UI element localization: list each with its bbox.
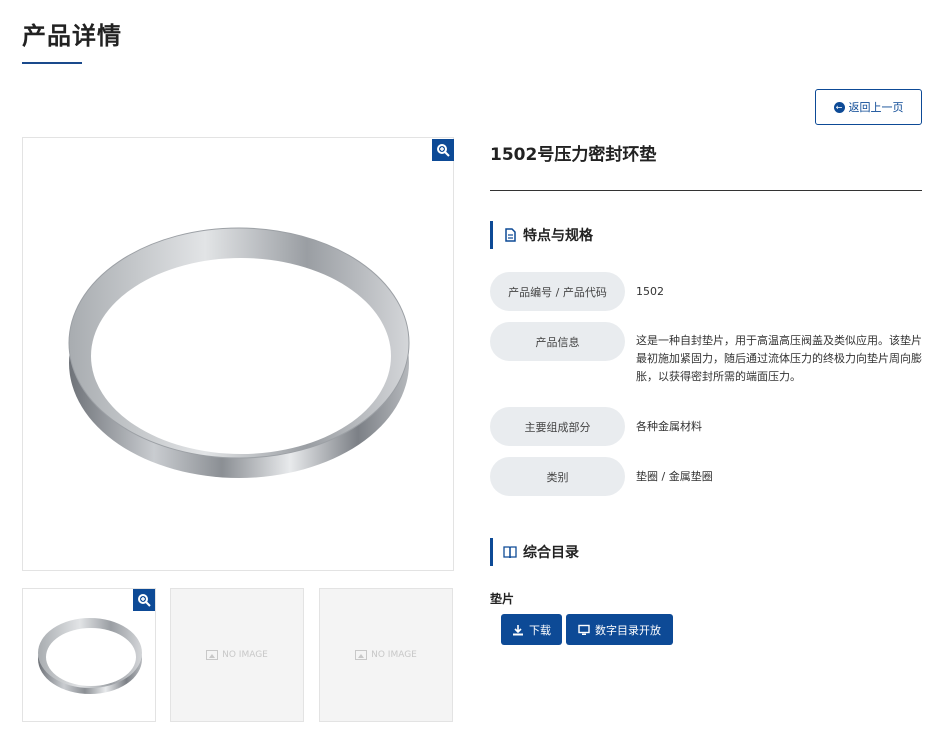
page-title: 产品详情	[22, 22, 122, 50]
image-placeholder-icon	[206, 650, 219, 660]
zoom-in-icon	[437, 144, 450, 157]
catalog-section-header: 综合目录	[490, 538, 579, 566]
back-button-label: 返回上一页	[848, 101, 904, 114]
spec-row: 产品信息 这是一种自封垫片，用于高温高压阀盖及类似应用。该垫片最初施加紧固力，随…	[490, 322, 926, 386]
back-button[interactable]: ← 返回上一页	[815, 89, 922, 125]
spec-value: 1502	[636, 285, 664, 298]
thumbnail-1[interactable]	[22, 588, 156, 722]
download-button-label: 下载	[529, 623, 551, 637]
product-name: 1502号压力密封环垫	[490, 145, 657, 165]
arrow-left-circle-icon: ←	[833, 101, 845, 113]
download-button[interactable]: 下载	[501, 614, 562, 645]
no-image-text: NO IMAGE	[222, 650, 268, 660]
name-divider	[490, 190, 922, 191]
zoom-button[interactable]	[432, 139, 454, 161]
spec-value: 这是一种自封垫片，用于高温高压阀盖及类似应用。该垫片最初施加紧固力，随后通过流体…	[636, 334, 922, 383]
specs-section-header: 特点与规格	[490, 221, 593, 249]
catalog-section-title: 综合目录	[523, 545, 579, 561]
spec-label: 产品信息	[490, 322, 625, 361]
thumbnail-2[interactable]: NO IMAGE	[170, 588, 304, 722]
spec-value: 各种金属材料	[636, 420, 702, 433]
specs-section-title: 特点与规格	[523, 228, 593, 244]
spec-row: 类别 垫圈 / 金属垫圈	[490, 457, 926, 496]
spec-row: 产品编号 / 产品代码 1502	[490, 272, 926, 311]
zoom-in-icon	[138, 594, 151, 607]
catalog-item-label: 垫片	[490, 592, 515, 606]
image-placeholder-icon	[355, 650, 368, 660]
digital-catalog-button-label: 数字目录开放	[595, 623, 661, 637]
no-image-text: NO IMAGE	[371, 650, 417, 660]
spec-row: 主要组成部分 各种金属材料	[490, 407, 926, 446]
document-icon	[505, 228, 516, 242]
digital-catalog-button[interactable]: 数字目录开放	[566, 614, 673, 645]
spec-label: 产品编号 / 产品代码	[490, 272, 625, 311]
gasket-ring-image	[68, 227, 410, 478]
main-product-image[interactable]	[22, 137, 454, 571]
thumbnail-zoom-button[interactable]	[133, 589, 155, 611]
spec-label: 主要组成部分	[490, 407, 625, 446]
title-underline	[22, 62, 82, 64]
monitor-icon	[578, 624, 590, 635]
book-icon	[503, 546, 517, 559]
spec-value: 垫圈 / 金属垫圈	[636, 470, 713, 483]
thumbnail-3[interactable]: NO IMAGE	[319, 588, 453, 722]
download-icon	[513, 624, 523, 635]
spec-label: 类别	[490, 457, 625, 496]
